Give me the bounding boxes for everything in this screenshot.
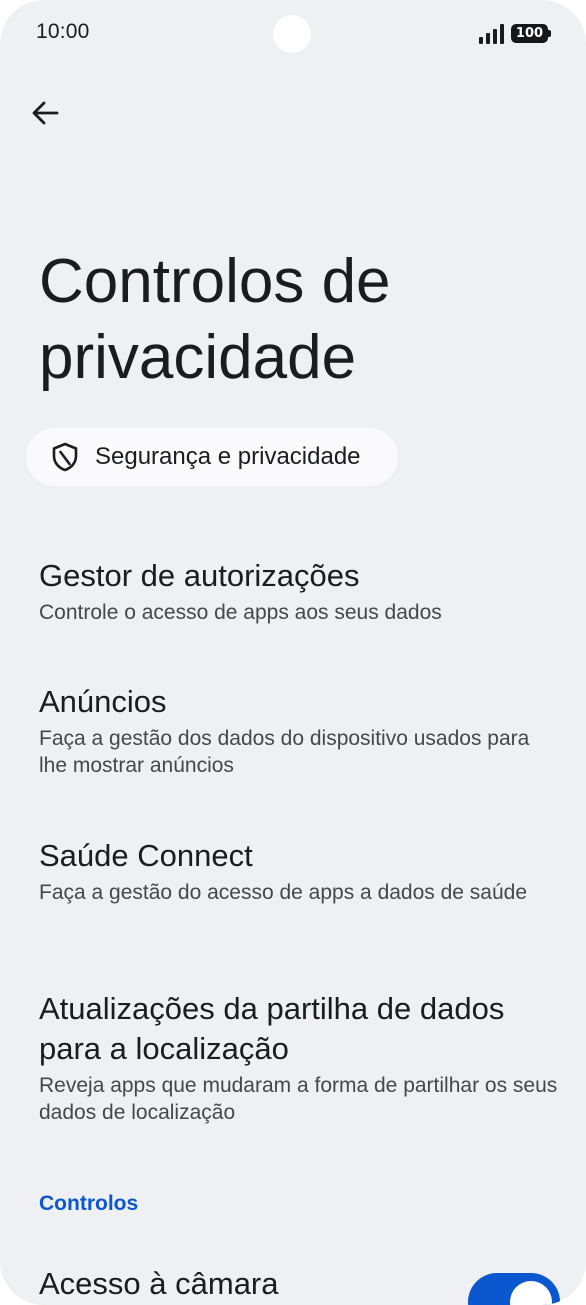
camera-cutout — [273, 15, 311, 53]
list-item-location-sharing-updates[interactable]: Atualizações da partilha de dados para a… — [39, 989, 559, 1126]
item-summary: Faça a gestão dos dados do dispositivo u… — [39, 727, 530, 777]
item-title: Saúde Connect — [39, 838, 253, 873]
shield-icon — [50, 441, 80, 473]
item-summary: Reveja apps que mudaram a forma de parti… — [39, 1074, 558, 1124]
item-summary: Controle o acesso de apps aos seus dados — [39, 601, 442, 624]
list-item-permission-manager[interactable]: Gestor de autorizações Controle o acesso… — [39, 556, 559, 626]
phone-screen: 10:00 100 Controlos de privacidade Segur… — [0, 0, 586, 1305]
camera-access-toggle[interactable] — [468, 1273, 560, 1305]
status-time: 10:00 — [36, 20, 90, 43]
page-title: Controlos de privacidade — [39, 247, 391, 392]
breadcrumb-label: Segurança e privacidade — [95, 443, 361, 470]
breadcrumb-chip[interactable]: Segurança e privacidade — [26, 428, 398, 486]
list-item-health-connect[interactable]: Saúde Connect Faça a gestão do acesso de… — [39, 836, 559, 906]
arrow-left-icon — [32, 101, 59, 125]
list-item-ads[interactable]: Anúncios Faça a gestão dos dados do disp… — [39, 682, 559, 779]
battery-icon: 100 — [511, 24, 551, 43]
toggle-thumb — [510, 1281, 552, 1305]
item-title: Anúncios — [39, 684, 167, 719]
status-bar: 10:00 100 — [0, 0, 586, 68]
item-title: Atualizações da partilha de dados para a… — [39, 991, 505, 1066]
back-button[interactable] — [22, 90, 68, 136]
signal-icon — [479, 24, 504, 44]
item-title: Gestor de autorizações — [39, 558, 360, 593]
item-summary: Faça a gestão do acesso de apps a dados … — [39, 881, 528, 904]
section-header-controls: Controlos — [39, 1192, 139, 1215]
